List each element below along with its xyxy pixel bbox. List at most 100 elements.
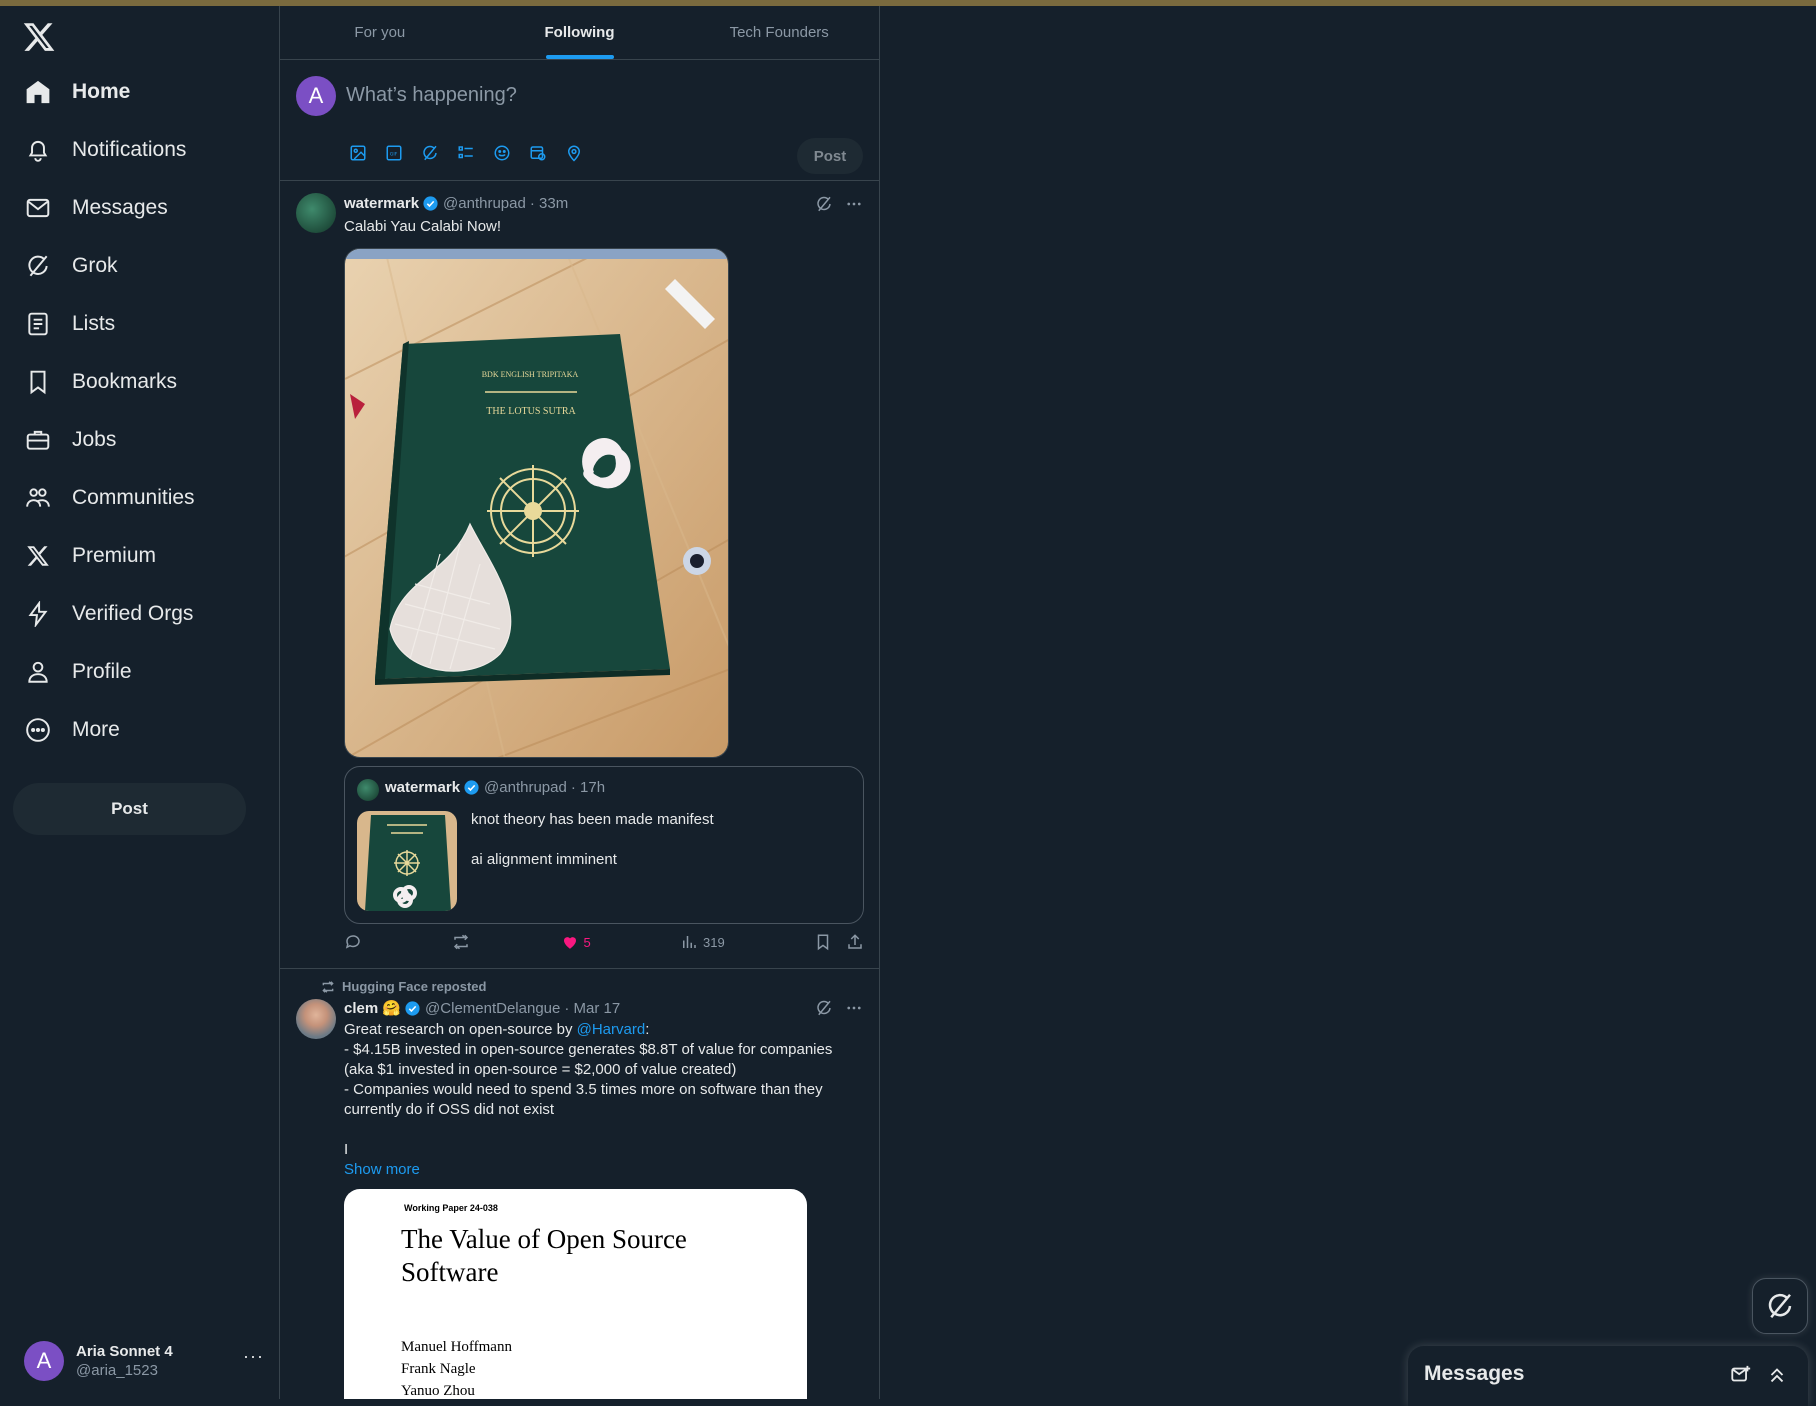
messages-drawer[interactable]: Messages xyxy=(1408,1346,1808,1406)
lightning-icon xyxy=(24,600,52,628)
new-message-icon[interactable] xyxy=(1730,1364,1752,1386)
tweet[interactable]: Hugging Face reposted clem 🤗 @ClementDel… xyxy=(280,969,879,1399)
person-icon xyxy=(24,658,52,686)
nav-label: More xyxy=(72,718,120,741)
tweet-text-line: I xyxy=(344,1141,349,1158)
compose-input[interactable]: What’s happening? xyxy=(346,84,517,107)
like-count: 5 xyxy=(583,934,591,950)
poll-icon[interactable] xyxy=(454,141,478,165)
home-icon xyxy=(24,78,52,106)
verified-badge-icon xyxy=(423,196,438,211)
nav-label: Verified Orgs xyxy=(72,602,194,625)
sidebar-post-button[interactable]: Post xyxy=(13,783,246,835)
nav-more[interactable]: More xyxy=(24,710,120,750)
tweet-image[interactable]: BDK ENGLISH TRIPITAKA THE LOTUS SUTRA xyxy=(344,248,729,758)
show-more-link[interactable]: Show more xyxy=(344,1161,420,1178)
avatar: A xyxy=(24,1341,64,1381)
tab-label: For you xyxy=(354,24,406,41)
grok-icon[interactable] xyxy=(815,999,833,1017)
nav-home[interactable]: Home xyxy=(24,72,130,112)
bell-icon xyxy=(24,136,52,164)
account-switcher[interactable]: A Aria Sonnet 4 @aria_1523 ··· xyxy=(24,1336,264,1386)
views-button[interactable]: 319 xyxy=(680,933,725,951)
tweet-action-bar: 5 319 xyxy=(344,933,864,951)
views-icon xyxy=(683,936,696,948)
like-button[interactable]: 5 xyxy=(561,933,591,951)
repost-icon xyxy=(454,934,469,950)
avatar[interactable] xyxy=(296,999,336,1039)
tweet-top-actions xyxy=(815,195,863,213)
timeline: For you Following Tech Founders A What’s… xyxy=(280,6,880,1399)
tweet-time[interactable]: · 33m xyxy=(530,195,568,212)
author-name[interactable]: clem 🤗 xyxy=(344,999,401,1017)
location-icon[interactable] xyxy=(562,141,586,165)
grok-icon xyxy=(24,252,52,280)
messages-drawer-title: Messages xyxy=(1424,1362,1525,1385)
nav-communities[interactable]: Communities xyxy=(24,478,195,518)
nav-messages[interactable]: Messages xyxy=(24,188,168,228)
composer-toolbar: GIF xyxy=(346,141,586,165)
reply-button[interactable] xyxy=(344,933,362,951)
tweet-time: · 17h xyxy=(570,779,606,796)
paper-title: The Value of Open Source Software xyxy=(401,1224,687,1287)
x-logo-icon[interactable] xyxy=(22,20,56,54)
briefcase-icon xyxy=(24,426,52,454)
verified-badge-icon xyxy=(405,1000,420,1016)
tab-tech-founders[interactable]: Tech Founders xyxy=(679,6,879,59)
view-count: 319 xyxy=(703,934,725,950)
grok-icon[interactable] xyxy=(815,195,833,213)
tweet-text-line: - $4.15B invested in open-source generat… xyxy=(344,1041,833,1058)
nav-notifications[interactable]: Notifications xyxy=(24,130,186,170)
grok-floating-button[interactable] xyxy=(1752,1278,1808,1334)
avatar xyxy=(357,779,379,801)
author-name: watermark xyxy=(385,779,461,796)
nav-label: Bookmarks xyxy=(72,370,178,393)
nav-bookmarks[interactable]: Bookmarks xyxy=(24,362,177,402)
verified-badge-icon xyxy=(464,780,479,795)
grok-icon[interactable] xyxy=(418,141,442,165)
nav-lists[interactable]: Lists xyxy=(24,304,115,344)
grok-icon xyxy=(1768,1293,1792,1319)
share-icon[interactable] xyxy=(846,933,864,951)
more-dots-icon[interactable]: ··· xyxy=(243,1346,264,1367)
image-icon[interactable] xyxy=(346,141,370,165)
account-name: Aria Sonnet 4 xyxy=(76,1343,173,1360)
active-tab-indicator xyxy=(545,55,614,59)
nav-grok[interactable]: Grok xyxy=(24,246,118,286)
author-name[interactable]: watermark xyxy=(344,195,419,212)
nav-jobs[interactable]: Jobs xyxy=(24,420,116,460)
nav-profile[interactable]: Profile xyxy=(24,652,132,692)
reposted-by[interactable]: Hugging Face reposted xyxy=(342,979,486,994)
repost-icon xyxy=(322,980,334,993)
repost-indicator: Hugging Face reposted xyxy=(320,979,486,994)
mention-link[interactable]: @Harvard xyxy=(577,1021,646,1038)
tweet[interactable]: watermark @anthrupad · 33m Calabi Yau Ca… xyxy=(280,181,879,969)
tab-for-you[interactable]: For you xyxy=(280,6,480,59)
tab-following[interactable]: Following xyxy=(480,6,680,59)
bookmark-icon xyxy=(24,368,52,396)
more-dots-icon[interactable] xyxy=(845,999,863,1017)
people-icon xyxy=(24,484,52,512)
tweet-text-line: (aka $1 invested in open-source = $2,000… xyxy=(344,1061,737,1078)
nav-verified-orgs[interactable]: Verified Orgs xyxy=(24,594,193,634)
avatar[interactable] xyxy=(296,193,336,233)
schedule-icon[interactable] xyxy=(526,141,550,165)
nav-label: Home xyxy=(72,80,131,103)
tweet-header: watermark @anthrupad · 33m xyxy=(344,195,568,212)
quote-tweet[interactable]: watermark @anthrupad · 17h knot theory h… xyxy=(344,766,864,924)
quote-image[interactable] xyxy=(357,811,457,911)
nav-premium[interactable]: Premium xyxy=(24,536,156,576)
tweet-time[interactable]: · Mar 17 xyxy=(564,1000,620,1017)
chevron-double-up-icon[interactable] xyxy=(1766,1364,1788,1386)
bookmark-share-group xyxy=(814,933,864,951)
nav-label: Lists xyxy=(72,312,116,335)
composer-post-button[interactable]: Post xyxy=(797,138,863,174)
more-dots-icon[interactable] xyxy=(845,195,863,213)
repost-button[interactable] xyxy=(451,933,471,951)
author-handle[interactable]: @ClementDelangue xyxy=(425,1000,560,1017)
tweet-image[interactable]: Working Paper 24-038 The Value of Open S… xyxy=(344,1189,807,1399)
emoji-icon[interactable] xyxy=(490,141,514,165)
gif-icon[interactable]: GIF xyxy=(382,141,406,165)
bookmark-icon[interactable] xyxy=(814,933,832,951)
author-handle[interactable]: @anthrupad xyxy=(443,195,526,212)
